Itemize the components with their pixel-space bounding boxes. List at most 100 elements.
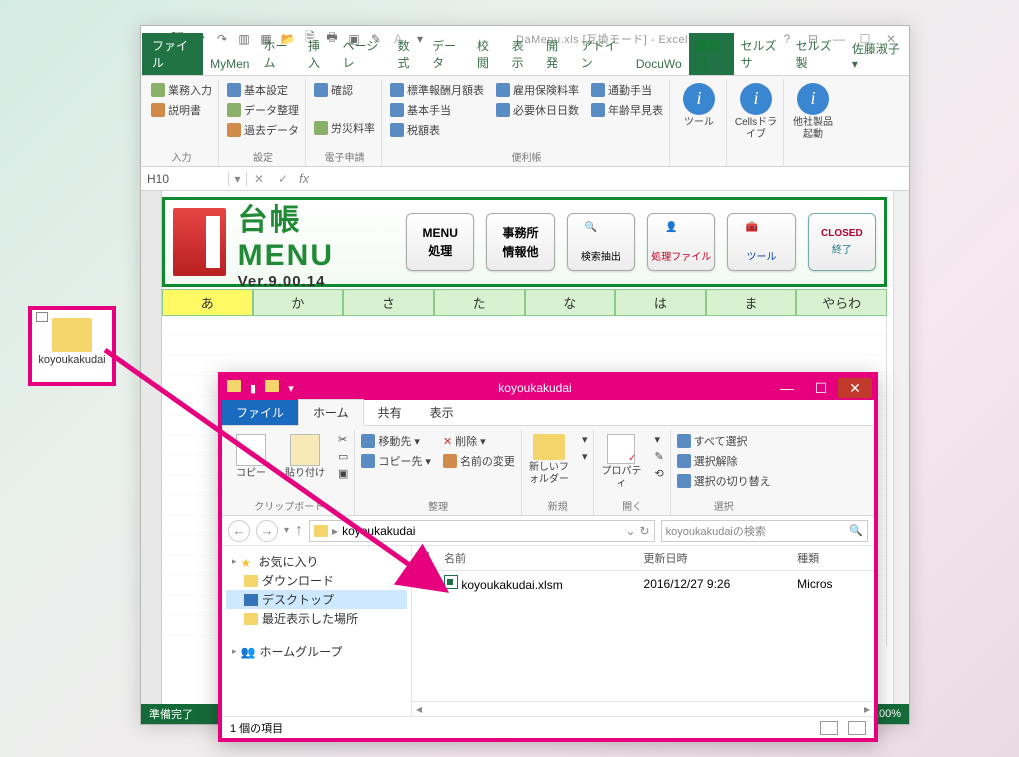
- new-item-icon[interactable]: ▾: [580, 432, 590, 447]
- qat-dropdown-icon[interactable]: ▾: [282, 380, 300, 396]
- ribbon-confirm[interactable]: 確認: [312, 81, 377, 99]
- tab-docuwo[interactable]: DocuWo: [629, 53, 689, 75]
- file-row[interactable]: koyoukakudai.xlsm 2016/12/27 9:26 Micros: [412, 571, 874, 596]
- menu-btn-menu-shori[interactable]: MENU 処理: [406, 213, 474, 271]
- move-to-button[interactable]: 移動先 ▾: [359, 432, 433, 450]
- address-dropdown-icon[interactable]: ⌄: [625, 524, 635, 538]
- tab-view[interactable]: 表示: [505, 33, 540, 75]
- ribbon-past-data[interactable]: 過去データ: [225, 121, 301, 139]
- minimize-icon[interactable]: —: [770, 378, 804, 398]
- ribbon-gyoumu-input[interactable]: 業務入力: [149, 81, 214, 99]
- tree-homegroup[interactable]: ▸👥ホームグループ: [226, 642, 407, 661]
- paste-button[interactable]: 貼り付け: [282, 432, 328, 480]
- select-all-button[interactable]: すべて選択: [675, 432, 773, 450]
- forward-icon[interactable]: →: [256, 520, 278, 542]
- properties-button[interactable]: ✓プロパティ: [598, 432, 644, 490]
- desktop-folder-icon[interactable]: koyoukakudai: [28, 306, 116, 386]
- close-icon[interactable]: ✕: [838, 378, 872, 398]
- tab-home[interactable]: ホーム: [298, 399, 364, 426]
- col-name[interactable]: 名前: [436, 546, 636, 570]
- col-type[interactable]: 種類: [789, 546, 874, 570]
- delete-button[interactable]: ✕削除 ▾: [441, 432, 517, 450]
- easy-access-icon[interactable]: ▾: [580, 449, 590, 464]
- tab-gyoumuhi[interactable]: 業務日: [689, 33, 734, 75]
- kana-tab-ma[interactable]: ま: [706, 289, 797, 316]
- tab-file[interactable]: ファイル: [142, 33, 203, 75]
- cancel-formula-icon[interactable]: ✕: [247, 172, 271, 186]
- paste-shortcut-icon[interactable]: ▣: [336, 466, 350, 481]
- tree-recent[interactable]: 最近表示した場所: [226, 609, 407, 628]
- copy-button[interactable]: コピー: [228, 432, 274, 480]
- redo-icon[interactable]: ↷: [213, 30, 231, 48]
- tab-developer[interactable]: 開発: [539, 33, 574, 75]
- new-folder-button[interactable]: 新しいフォルダー: [526, 432, 572, 486]
- name-box-dropdown-icon[interactable]: ▾: [229, 172, 247, 186]
- ribbon-kihon[interactable]: 基本手当: [388, 101, 486, 119]
- details-view-icon[interactable]: [820, 721, 838, 735]
- kana-tab-yarawa[interactable]: やらわ: [796, 289, 887, 316]
- tree-desktop[interactable]: デスクトップ: [226, 590, 407, 609]
- tab-addin[interactable]: アドイン: [574, 33, 629, 75]
- search-input[interactable]: koyoukakudaiの検索 🔍: [661, 520, 868, 542]
- back-icon[interactable]: ←: [228, 520, 250, 542]
- ribbon-zeigaku[interactable]: 税額表: [388, 121, 486, 139]
- kana-tab-ka[interactable]: か: [253, 289, 344, 316]
- recent-locations-icon[interactable]: ▾: [284, 525, 289, 536]
- ribbon-manual[interactable]: 説明書: [149, 101, 214, 119]
- copy-path-icon[interactable]: ▭: [336, 449, 350, 464]
- breadcrumb[interactable]: koyoukakudai: [342, 524, 415, 538]
- ribbon-data-seiri[interactable]: データ整理: [225, 101, 301, 119]
- tab-data[interactable]: データ: [425, 33, 470, 75]
- menu-btn-closed[interactable]: CLOSED 終了: [808, 213, 876, 271]
- ribbon-tool-button[interactable]: iツール: [676, 81, 722, 129]
- address-bar[interactable]: ▸ koyoukakudai ⌄ ↻: [309, 520, 655, 542]
- new-folder-icon[interactable]: [265, 380, 279, 392]
- rename-button[interactable]: 名前の変更: [441, 452, 517, 470]
- kana-tab-sa[interactable]: さ: [343, 289, 434, 316]
- kana-tab-na[interactable]: な: [525, 289, 616, 316]
- enter-formula-icon[interactable]: ✓: [271, 172, 295, 186]
- maximize-icon[interactable]: ☐: [804, 378, 838, 398]
- tab-insert[interactable]: 挿入: [301, 33, 336, 75]
- ribbon-hyoujun[interactable]: 標準報酬月額表: [388, 81, 486, 99]
- copy-to-button[interactable]: コピー先 ▾: [359, 452, 433, 470]
- properties-icon[interactable]: ▮: [244, 380, 262, 396]
- tab-pagelayout[interactable]: ページレ: [336, 33, 391, 75]
- qat-btn[interactable]: ▥: [235, 30, 253, 48]
- ribbon-tsuukin[interactable]: 通勤手当: [589, 81, 665, 99]
- tab-home[interactable]: ホーム: [256, 33, 301, 75]
- ribbon-other-launch-button[interactable]: i他社製品起動: [790, 81, 836, 141]
- tab-review[interactable]: 校閲: [470, 33, 505, 75]
- select-none-button[interactable]: 選択解除: [675, 452, 773, 470]
- fx-icon[interactable]: fx: [295, 171, 313, 186]
- ribbon-nenrei[interactable]: 年齢早見表: [589, 101, 665, 119]
- kana-tab-a[interactable]: あ: [162, 289, 253, 316]
- history-icon[interactable]: ⟲: [652, 466, 665, 481]
- kana-tab-ha[interactable]: は: [615, 289, 706, 316]
- menu-btn-search[interactable]: 🔍 検索抽出: [567, 213, 635, 271]
- tree-favorites[interactable]: ▸★お気に入り: [226, 552, 407, 571]
- name-box[interactable]: H10: [141, 172, 229, 186]
- edit-icon[interactable]: ✎: [652, 449, 665, 464]
- up-icon[interactable]: ↑: [295, 522, 303, 540]
- ribbon-cellsdrive-button[interactable]: iCellsドライブ: [733, 81, 779, 141]
- menu-btn-tool[interactable]: 🧰 ツール: [727, 213, 795, 271]
- cut-icon[interactable]: ✂: [336, 432, 350, 447]
- col-date[interactable]: 更新日時: [636, 546, 790, 570]
- tab-share[interactable]: 共有: [364, 400, 416, 425]
- ribbon-basic-settings[interactable]: 基本設定: [225, 81, 301, 99]
- tree-downloads[interactable]: ダウンロード: [226, 571, 407, 590]
- tab-mymen[interactable]: MyMen: [203, 53, 256, 75]
- refresh-icon[interactable]: ↻: [640, 524, 650, 538]
- tab-cellssei[interactable]: セルズ製: [789, 33, 844, 75]
- open-icon[interactable]: ▾: [652, 432, 665, 447]
- tab-file[interactable]: ファイル: [222, 400, 298, 425]
- menu-btn-jimusho[interactable]: 事務所 情報他: [486, 213, 554, 271]
- tab-cellssa[interactable]: セルズサ: [734, 33, 789, 75]
- select-invert-button[interactable]: 選択の切り替え: [675, 472, 773, 490]
- kana-tab-ta[interactable]: た: [434, 289, 525, 316]
- tab-view[interactable]: 表示: [416, 400, 468, 425]
- ribbon-kyuujitsu[interactable]: 必要休日日数: [494, 101, 581, 119]
- col-checkbox[interactable]: ☐: [412, 546, 436, 570]
- ribbon-rousai[interactable]: 労災料率: [312, 119, 377, 137]
